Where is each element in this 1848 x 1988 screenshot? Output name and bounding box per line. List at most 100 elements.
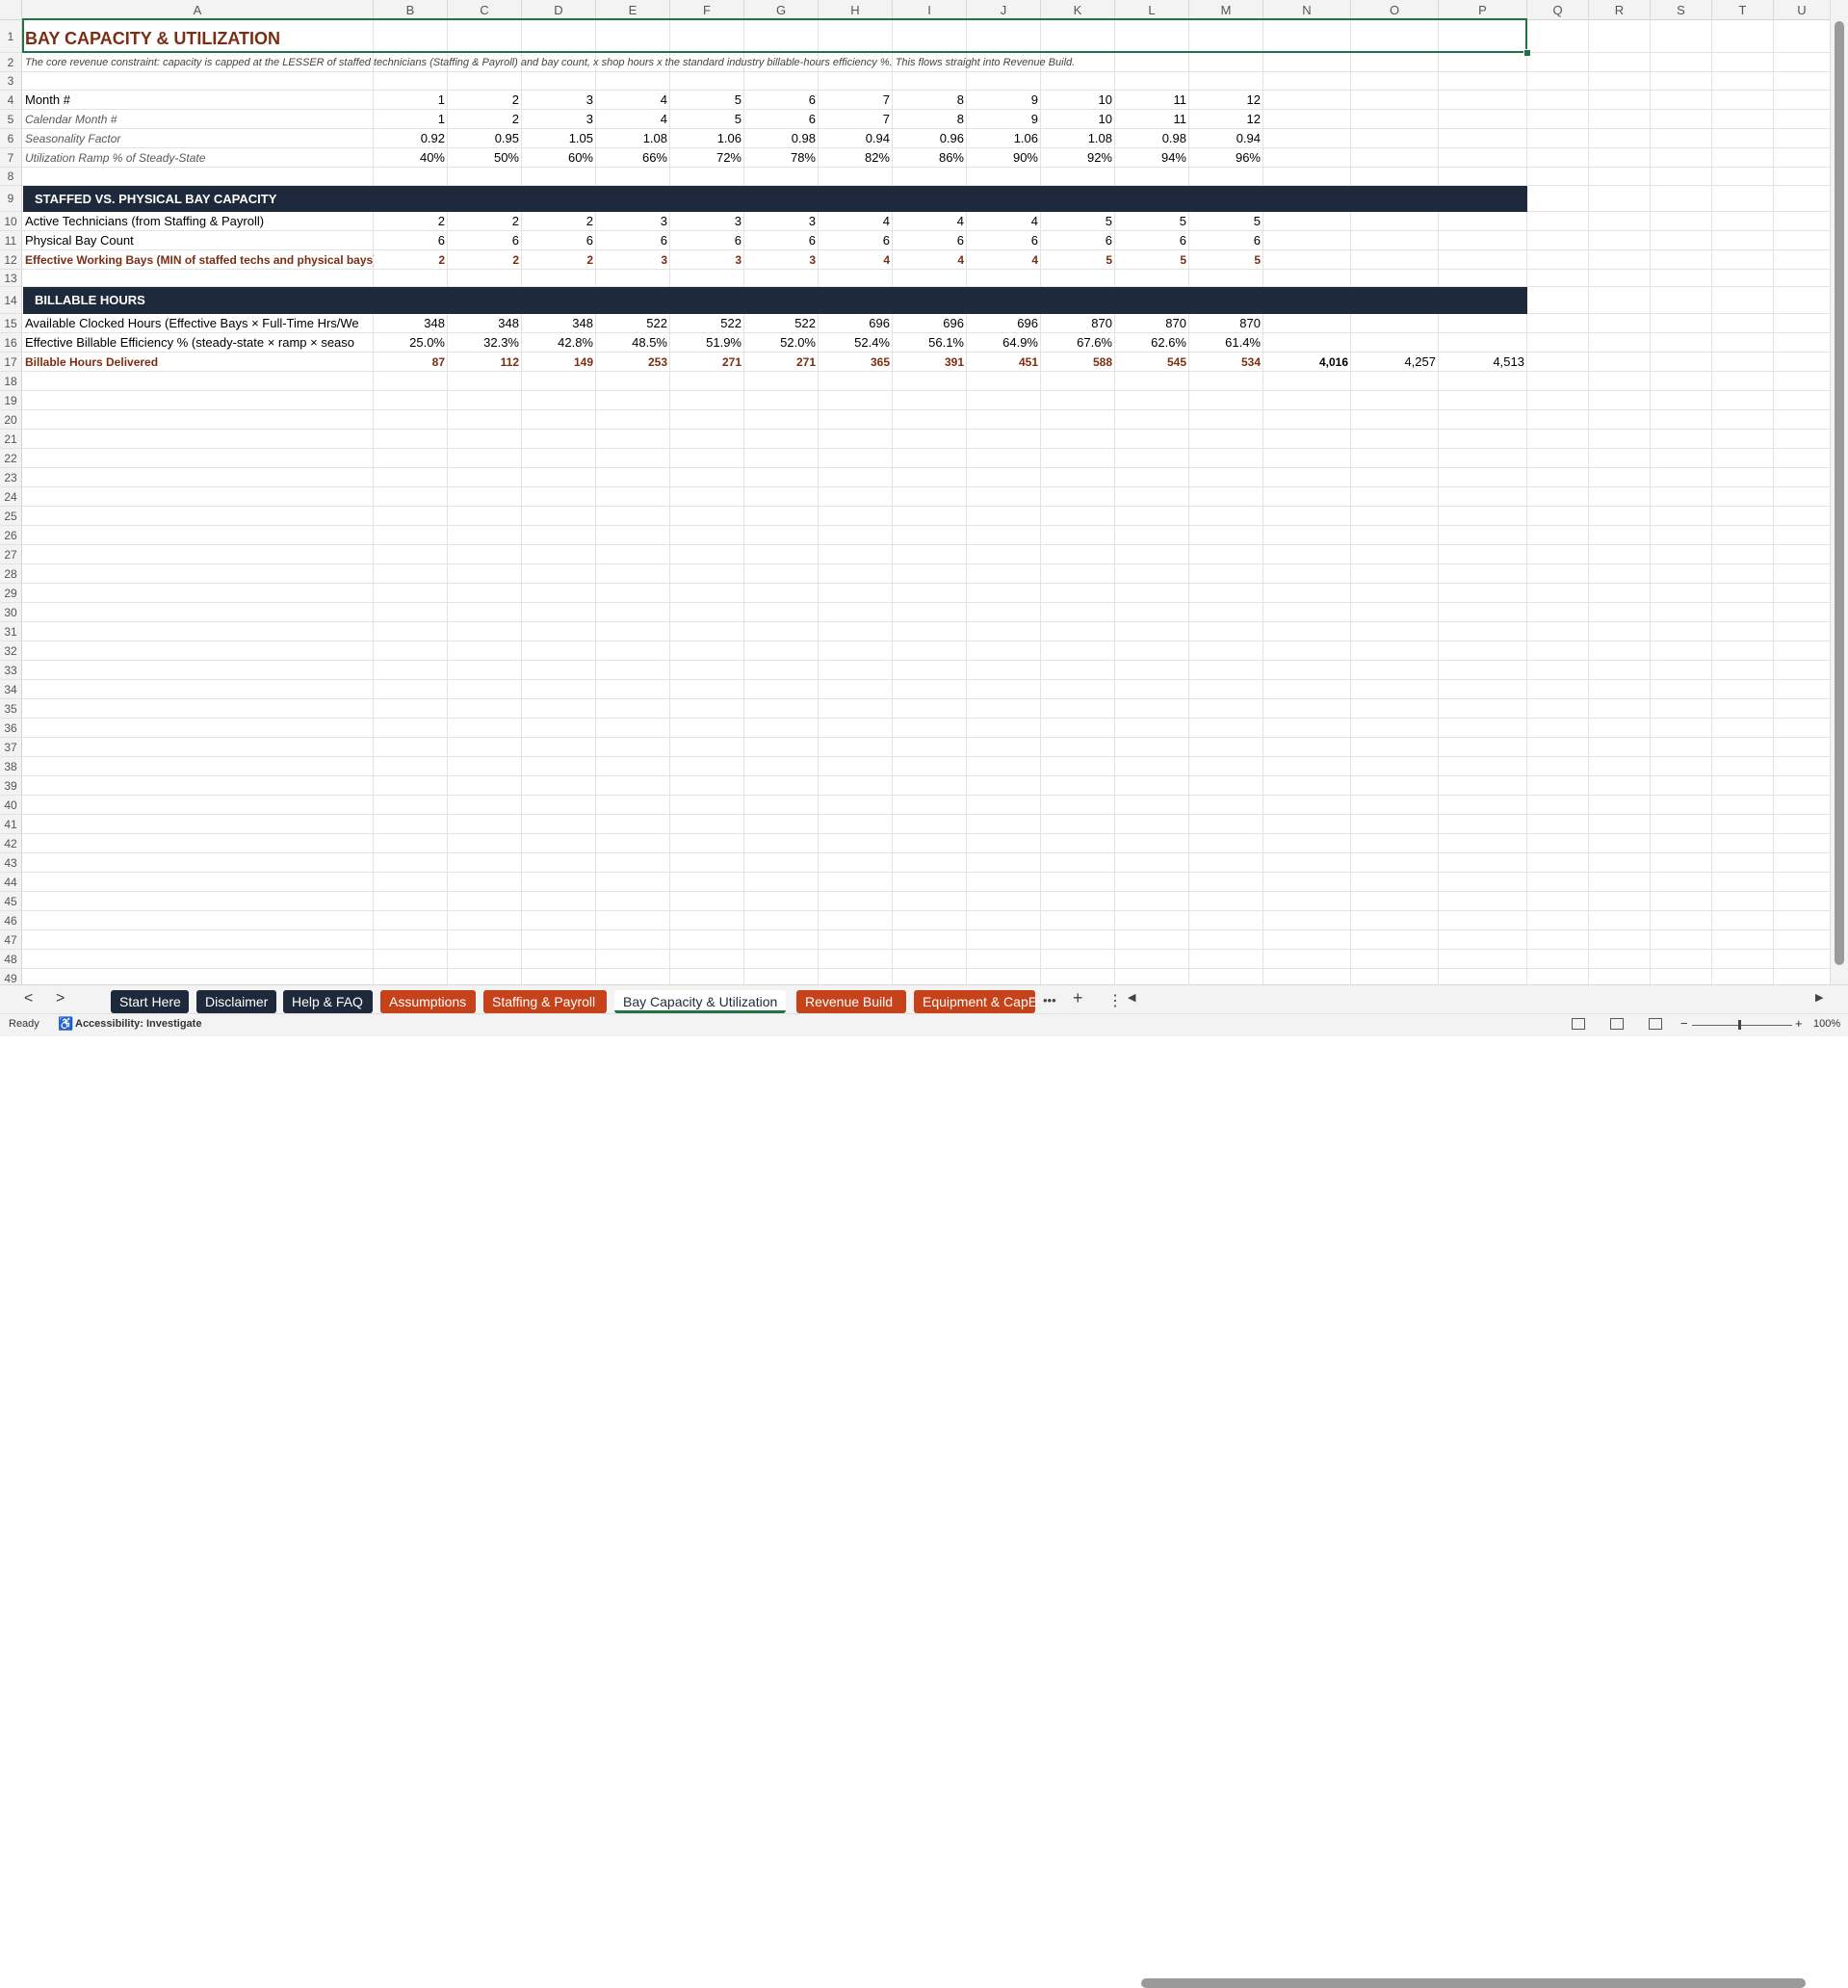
physical-bay-count-value[interactable]: 6 [967, 231, 1041, 250]
sheet-tab-help-faq[interactable]: Help & FAQ [283, 990, 373, 1013]
physical-bay-count-value[interactable]: 6 [893, 231, 967, 250]
month-number-label[interactable]: Month # [22, 91, 374, 110]
calendar-month-value[interactable]: 7 [819, 110, 893, 129]
column-header-p[interactable]: P [1439, 0, 1527, 20]
row-header-24[interactable]: 24 [0, 487, 22, 507]
column-header-g[interactable]: G [744, 0, 819, 20]
available-clocked-hours-value[interactable]: 870 [1115, 314, 1189, 333]
active-technicians-value[interactable]: 3 [596, 212, 670, 231]
utilization-ramp-value[interactable]: 72% [670, 148, 744, 168]
column-header-l[interactable]: L [1115, 0, 1189, 20]
column-header-i[interactable]: I [893, 0, 967, 20]
effective-working-bays-value[interactable]: 2 [448, 250, 522, 270]
fill-handle[interactable] [1523, 49, 1531, 57]
calendar-month-value[interactable]: 11 [1115, 110, 1189, 129]
calendar-month-value[interactable]: 5 [670, 110, 744, 129]
row-header-37[interactable]: 37 [0, 738, 22, 757]
row-header-29[interactable]: 29 [0, 584, 22, 603]
sheet-subtitle[interactable]: The core revenue constraint: capacity is… [22, 55, 1527, 72]
month-number-value[interactable]: 10 [1041, 91, 1115, 110]
effective-working-bays-value[interactable]: 3 [670, 250, 744, 270]
seasonality-factor-value[interactable]: 0.95 [448, 129, 522, 148]
sheet-tab-start-here[interactable]: Start Here [111, 990, 189, 1013]
page-layout-view-icon[interactable] [1610, 1018, 1624, 1030]
month-number-value[interactable]: 4 [596, 91, 670, 110]
effective-working-bays-value[interactable]: 2 [522, 250, 596, 270]
seasonality-factor-value[interactable]: 1.05 [522, 129, 596, 148]
column-header-j[interactable]: J [967, 0, 1041, 20]
row-header-11[interactable]: 11 [0, 231, 22, 250]
billable-efficiency-value[interactable]: 32.3% [448, 333, 522, 353]
available-clocked-hours-value[interactable]: 870 [1041, 314, 1115, 333]
utilization-ramp-label[interactable]: Utilization Ramp % of Steady-State [22, 148, 374, 168]
effective-working-bays-value[interactable]: 4 [893, 250, 967, 270]
sheet-options-button[interactable]: ⋮ [1107, 991, 1123, 1010]
row-header-34[interactable]: 34 [0, 680, 22, 699]
seasonality-factor-value[interactable]: 1.08 [1041, 129, 1115, 148]
physical-bay-count-value[interactable]: 6 [1041, 231, 1115, 250]
available-clocked-hours-value[interactable]: 348 [522, 314, 596, 333]
add-sheet-button[interactable]: + [1073, 988, 1083, 1008]
billable-hours-delivered-value[interactable]: 253 [596, 353, 670, 372]
billable-efficiency-value[interactable]: 48.5% [596, 333, 670, 353]
utilization-ramp-value[interactable]: 90% [967, 148, 1041, 168]
active-technicians-value[interactable]: 5 [1189, 212, 1263, 231]
active-technicians-value[interactable]: 3 [670, 212, 744, 231]
available-clocked-hours-value[interactable]: 522 [744, 314, 819, 333]
scroll-right-icon[interactable]: ▶ [1815, 991, 1823, 1004]
active-technicians-value[interactable]: 2 [448, 212, 522, 231]
zoom-out-button[interactable]: − [1680, 1016, 1688, 1031]
column-header-f[interactable]: F [670, 0, 744, 20]
column-header-h[interactable]: H [819, 0, 893, 20]
zoom-slider-thumb[interactable] [1738, 1020, 1741, 1030]
utilization-ramp-value[interactable]: 50% [448, 148, 522, 168]
row-header-38[interactable]: 38 [0, 757, 22, 776]
calendar-month-value[interactable]: 4 [596, 110, 670, 129]
effective-working-bays-value[interactable]: 5 [1115, 250, 1189, 270]
physical-bay-count-value[interactable]: 6 [819, 231, 893, 250]
scroll-left-icon[interactable]: ◀ [1128, 991, 1135, 1004]
annual-total-value[interactable]: 4,513 [1439, 353, 1527, 372]
row-header-8[interactable]: 8 [0, 168, 22, 186]
billable-efficiency-value[interactable]: 56.1% [893, 333, 967, 353]
row-header-13[interactable]: 13 [0, 270, 22, 287]
physical-bay-count-value[interactable]: 6 [522, 231, 596, 250]
month-number-value[interactable]: 11 [1115, 91, 1189, 110]
billable-efficiency-value[interactable]: 62.6% [1115, 333, 1189, 353]
row-header-9[interactable]: 9 [0, 186, 22, 212]
active-technicians-value[interactable]: 5 [1115, 212, 1189, 231]
seasonality-factor-value[interactable]: 0.98 [744, 129, 819, 148]
row-header-5[interactable]: 5 [0, 110, 22, 129]
billable-hours-delivered-value[interactable]: 545 [1115, 353, 1189, 372]
available-clocked-hours-value[interactable]: 348 [448, 314, 522, 333]
row-header-46[interactable]: 46 [0, 911, 22, 930]
row-header-16[interactable]: 16 [0, 333, 22, 353]
physical-bay-count-value[interactable]: 6 [596, 231, 670, 250]
billable-hours-delivered-value[interactable]: 365 [819, 353, 893, 372]
active-technicians-value[interactable]: 2 [374, 212, 448, 231]
active-technicians-value[interactable]: 3 [744, 212, 819, 231]
row-header-43[interactable]: 43 [0, 853, 22, 873]
row-header-12[interactable]: 12 [0, 250, 22, 270]
utilization-ramp-value[interactable]: 78% [744, 148, 819, 168]
column-header-b[interactable]: B [374, 0, 448, 20]
page-break-view-icon[interactable] [1649, 1018, 1662, 1030]
month-number-value[interactable]: 3 [522, 91, 596, 110]
calendar-month-value[interactable]: 6 [744, 110, 819, 129]
available-clocked-hours-value[interactable]: 870 [1189, 314, 1263, 333]
column-header-u[interactable]: U [1774, 0, 1831, 20]
billable-efficiency-value[interactable]: 52.4% [819, 333, 893, 353]
row-header-17[interactable]: 17 [0, 353, 22, 372]
active-technicians-value[interactable]: 4 [967, 212, 1041, 231]
accessibility-status[interactable]: Accessibility: Investigate [75, 1018, 201, 1030]
billable-hours-delivered-value[interactable]: 271 [670, 353, 744, 372]
row-header-47[interactable]: 47 [0, 930, 22, 950]
billable-hours-delivered-value[interactable]: 391 [893, 353, 967, 372]
utilization-ramp-value[interactable]: 96% [1189, 148, 1263, 168]
billable-efficiency-label[interactable]: Effective Billable Efficiency % (steady-… [22, 333, 374, 353]
physical-bay-count-value[interactable]: 6 [448, 231, 522, 250]
utilization-ramp-value[interactable]: 86% [893, 148, 967, 168]
column-header-q[interactable]: Q [1527, 0, 1589, 20]
physical-bay-count-value[interactable]: 6 [1189, 231, 1263, 250]
effective-working-bays-value[interactable]: 3 [744, 250, 819, 270]
